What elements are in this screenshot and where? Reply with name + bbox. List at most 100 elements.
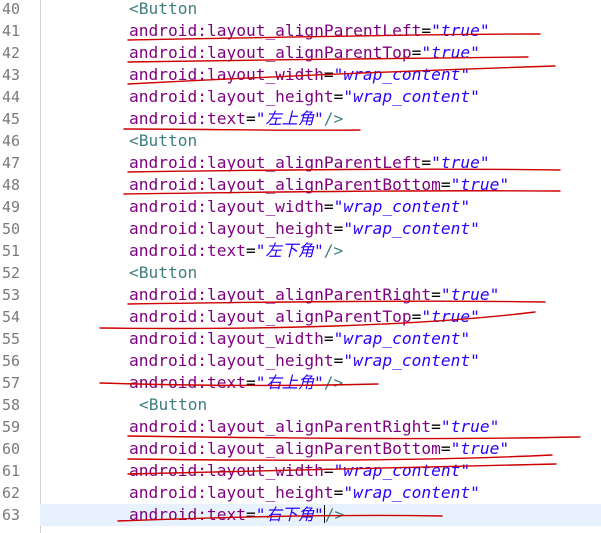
code-line-47[interactable]: 47 android:layout_alignParentLeft="true": [0, 152, 601, 174]
code-text[interactable]: android:layout_width="wrap_content": [40, 196, 601, 218]
equals-sign: =: [440, 439, 451, 458]
code-line-42[interactable]: 42 android:layout_alignParentTop="true": [0, 42, 601, 64]
code-line-50[interactable]: 50 android:layout_height="wrap_content": [0, 218, 601, 240]
code-line-46[interactable]: 46 <Button: [0, 130, 601, 152]
equals-sign: =: [411, 307, 422, 326]
code-line-48[interactable]: 48 android:layout_alignParentBottom="true…: [0, 174, 601, 196]
code-text[interactable]: android:layout_width="wrap_content": [40, 460, 601, 482]
code-line-63[interactable]: 63 android:text="右下角"/>: [0, 504, 601, 526]
xml-attribute: android:layout_alignParentRight: [129, 285, 432, 304]
line-number: 52: [2, 264, 21, 282]
code-text[interactable]: android:layout_alignParentLeft="true": [40, 152, 601, 174]
equals-sign: =: [333, 483, 344, 502]
code-text[interactable]: <Button: [40, 130, 601, 152]
code-text[interactable]: android:layout_alignParentRight="true": [40, 284, 601, 306]
xml-attribute: android:text: [129, 241, 246, 260]
xml-attribute: android:layout_height: [129, 219, 334, 238]
equals-sign: =: [323, 461, 334, 480]
code-line-60[interactable]: 60 android:layout_alignParentBottom="true…: [0, 438, 601, 460]
code-text[interactable]: <Button: [40, 0, 601, 20]
code-text[interactable]: android:layout_alignParentBottom="true": [40, 174, 601, 196]
xml-attribute: android:layout_alignParentLeft: [129, 21, 422, 40]
code-line-53[interactable]: 53 android:layout_alignParentRight="true": [0, 284, 601, 306]
code-text[interactable]: android:text="右上角"/>: [40, 372, 601, 394]
equals-sign: =: [411, 43, 422, 62]
line-number: 45: [2, 110, 21, 128]
attribute-value: "true": [450, 439, 510, 458]
line-number: 55: [2, 330, 21, 348]
xml-attribute: android:layout_width: [129, 461, 324, 480]
code-text[interactable]: android:text="右下角"/>: [40, 504, 601, 526]
xml-attribute: android:layout_alignParentLeft: [129, 153, 422, 172]
code-text[interactable]: android:layout_alignParentRight="true": [40, 416, 601, 438]
code-text[interactable]: android:layout_width="wrap_content": [40, 328, 601, 350]
xml-attribute: android:layout_height: [129, 87, 334, 106]
xml-attribute: android:text: [129, 109, 246, 128]
equals-sign: =: [323, 329, 334, 348]
attribute-value: "true": [431, 153, 490, 172]
code-line-44[interactable]: 44 android:layout_height="wrap_content": [0, 86, 601, 108]
attribute-value: "右下角": [255, 505, 324, 524]
code-text[interactable]: android:text="左下角"/>: [40, 240, 601, 262]
code-text[interactable]: android:layout_height="wrap_content": [40, 218, 601, 240]
line-number: 53: [2, 286, 21, 304]
code-line-62[interactable]: 62 android:layout_height="wrap_content": [0, 482, 601, 504]
line-number: 50: [2, 220, 21, 238]
code-line-55[interactable]: 55 android:layout_width="wrap_content": [0, 328, 601, 350]
attribute-value: "wrap_content": [333, 197, 471, 216]
xml-attribute: android:text: [129, 373, 246, 392]
attribute-value: "true": [421, 307, 480, 326]
line-number: 42: [2, 44, 21, 62]
line-number: 51: [2, 242, 21, 260]
attribute-value: "wrap_content": [333, 65, 471, 84]
xml-attribute: android:layout_height: [129, 351, 334, 370]
code-editor[interactable]: 40 <Button 41 android:layout_alignParentLef…: [0, 0, 601, 533]
code-text[interactable]: android:layout_height="wrap_content": [40, 86, 601, 108]
line-number: 56: [2, 352, 21, 370]
code-text[interactable]: android:layout_width="wrap_content": [40, 64, 601, 86]
attribute-value: "左下角": [255, 241, 324, 260]
xml-attribute: android:layout_alignParentBottom: [129, 175, 441, 194]
code-text[interactable]: android:layout_alignParentTop="true": [40, 306, 601, 328]
line-number: 46: [2, 132, 21, 150]
code-line-49[interactable]: 49 android:layout_width="wrap_content": [0, 196, 601, 218]
line-number: 60: [2, 440, 21, 458]
xml-tag: <Button: [129, 0, 198, 18]
xml-attribute: android:text: [129, 505, 246, 524]
xml-attribute: android:layout_alignParentRight: [129, 417, 432, 436]
line-number: 41: [2, 22, 21, 40]
equals-sign: =: [323, 197, 334, 216]
code-line-43[interactable]: 43 android:layout_width="wrap_content": [0, 64, 601, 86]
code-text[interactable]: android:layout_alignParentLeft="true": [40, 20, 601, 42]
code-line-51[interactable]: 51 android:text="左下角"/>: [0, 240, 601, 262]
line-number: 44: [2, 88, 21, 106]
attribute-value: "wrap_content": [343, 87, 480, 106]
code-line-41[interactable]: 41 android:layout_alignParentLeft="true": [0, 20, 601, 42]
equals-sign: =: [333, 87, 344, 106]
code-line-40[interactable]: 40 <Button: [0, 0, 601, 20]
code-line-59[interactable]: 59 android:layout_alignParentRight="true": [0, 416, 601, 438]
code-text[interactable]: <Button: [40, 394, 601, 416]
code-line-54[interactable]: 54 android:layout_alignParentTop="true": [0, 306, 601, 328]
equals-sign: =: [431, 417, 441, 436]
code-text[interactable]: android:layout_height="wrap_content": [40, 350, 601, 372]
attribute-value: "右上角": [255, 373, 324, 392]
code-text[interactable]: android:layout_alignParentBottom="true": [40, 438, 601, 460]
equals-sign: =: [245, 373, 256, 392]
attribute-value: "true": [421, 43, 480, 62]
code-line-56[interactable]: 56 android:layout_height="wrap_content": [0, 350, 601, 372]
code-line-52[interactable]: 52 <Button: [0, 262, 601, 284]
line-number: 62: [2, 484, 21, 502]
code-line-57[interactable]: 57 android:text="右上角"/>: [0, 372, 601, 394]
code-line-58[interactable]: 58 <Button: [0, 394, 601, 416]
xml-attribute: android:layout_width: [129, 329, 324, 348]
attribute-value: "左上角": [255, 109, 324, 128]
xml-tag: <Button: [139, 395, 208, 414]
equals-sign: =: [245, 241, 256, 260]
code-text[interactable]: android:text="左上角"/>: [40, 108, 601, 130]
code-line-45[interactable]: 45 android:text="左上角"/>: [0, 108, 601, 130]
code-line-61[interactable]: 61 android:layout_width="wrap_content": [0, 460, 601, 482]
code-text[interactable]: android:layout_height="wrap_content": [40, 482, 601, 504]
code-text[interactable]: <Button: [40, 262, 601, 284]
code-text[interactable]: android:layout_alignParentTop="true": [40, 42, 601, 64]
